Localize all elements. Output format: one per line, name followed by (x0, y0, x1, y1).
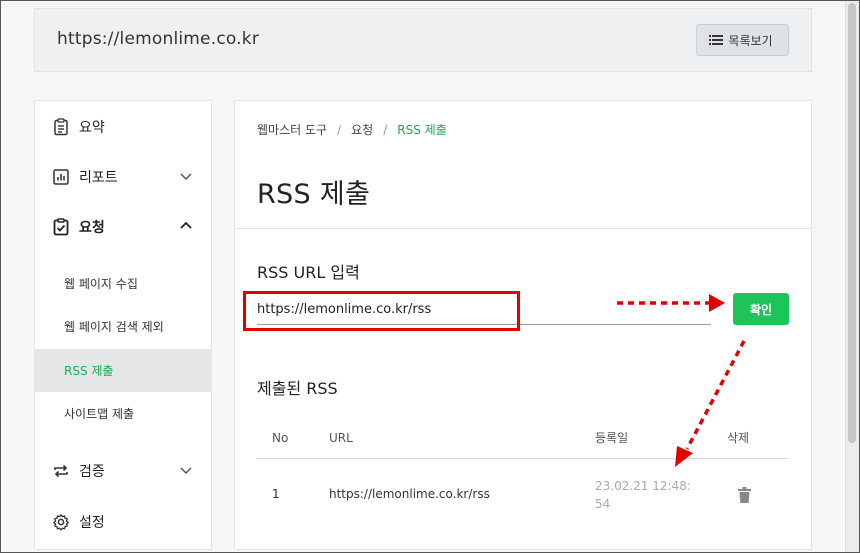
chevron-down-icon (180, 467, 192, 475)
breadcrumb-separator: / (337, 122, 342, 137)
sidebar-item-label: 요청 (79, 220, 105, 236)
breadcrumb: 웹마스터 도구 / 요청 / RSS 제출 (257, 121, 447, 138)
breadcrumb-item-current: RSS 제출 (397, 123, 447, 137)
confirm-button[interactable]: 확인 (733, 293, 789, 325)
column-header-url: URL (329, 431, 353, 445)
sidebar-item-label: 설정 (79, 515, 105, 531)
rss-url-input-label: RSS URL 입력 (257, 263, 360, 282)
bar-chart-icon (52, 168, 70, 186)
row-no: 1 (272, 487, 280, 501)
submitted-rss-heading: 제출된 RSS (257, 379, 338, 398)
repeat-icon (52, 462, 70, 480)
breadcrumb-item-request[interactable]: 요청 (351, 121, 373, 138)
sidebar-item-label: 요약 (79, 120, 105, 136)
list-icon (709, 35, 724, 45)
column-header-delete: 삭제 (727, 431, 750, 445)
rss-table: No URL 등록일 삭제 1 https://lemonlime.co.kr/… (257, 417, 789, 537)
clipboard-list-icon (52, 118, 70, 136)
scrollbar-thumb[interactable] (848, 3, 856, 443)
chevron-up-icon (180, 221, 192, 229)
chevron-down-icon (180, 173, 192, 181)
row-date: 23.02.21 12:48:54 (595, 479, 691, 511)
main-panel: 웹마스터 도구 / 요청 / RSS 제출 RSS 제출 RSS URL 입력 … (234, 100, 812, 550)
site-url: https://lemonlime.co.kr (57, 29, 260, 49)
sidebar-item-request[interactable]: 요청 (35, 202, 211, 252)
rss-url-input[interactable] (257, 295, 711, 325)
sidebar-item-settings[interactable]: 설정 (35, 497, 211, 547)
site-header: https://lemonlime.co.kr 목록보기 (34, 8, 812, 72)
divider (235, 228, 811, 229)
breadcrumb-item-webmaster-tools[interactable]: 웹마스터 도구 (257, 121, 327, 138)
column-header-no: No (272, 431, 289, 445)
row-url: https://lemonlime.co.kr/rss (329, 487, 490, 501)
gear-icon (52, 513, 70, 531)
list-view-button[interactable]: 목록보기 (696, 24, 789, 56)
sidebar-item-summary[interactable]: 요약 (35, 102, 211, 152)
table-header: No URL 등록일 삭제 (257, 417, 789, 459)
sidebar-item-label: 리포트 (79, 170, 118, 186)
sidebar-item-verify[interactable]: 검증 (35, 446, 211, 496)
trash-icon[interactable] (738, 487, 751, 503)
sidebar-sub-item-rss-submit[interactable]: RSS 제출 (35, 349, 211, 392)
list-view-label: 목록보기 (728, 33, 773, 48)
sidebar-item-report[interactable]: 리포트 (35, 152, 211, 202)
page-title: RSS 제출 (257, 179, 371, 210)
scrollbar[interactable] (845, 1, 859, 552)
breadcrumb-separator: / (383, 122, 388, 137)
column-header-date: 등록일 (595, 431, 629, 445)
sidebar: 요약 리포트 요청 웹 페이지 수집 웹 페이지 검색 제외 RSS 제출 사이… (34, 100, 212, 550)
table-row: 1 https://lemonlime.co.kr/rss 23.02.21 1… (257, 459, 789, 537)
clipboard-check-icon (52, 218, 70, 236)
sidebar-sub-item-page-exclude[interactable]: 웹 페이지 검색 제외 (35, 305, 211, 348)
sidebar-sub-item-page-crawl[interactable]: 웹 페이지 수집 (35, 262, 211, 305)
sidebar-sub-item-sitemap-submit[interactable]: 사이트맵 제출 (35, 392, 211, 435)
sidebar-item-label: 검증 (79, 464, 105, 480)
